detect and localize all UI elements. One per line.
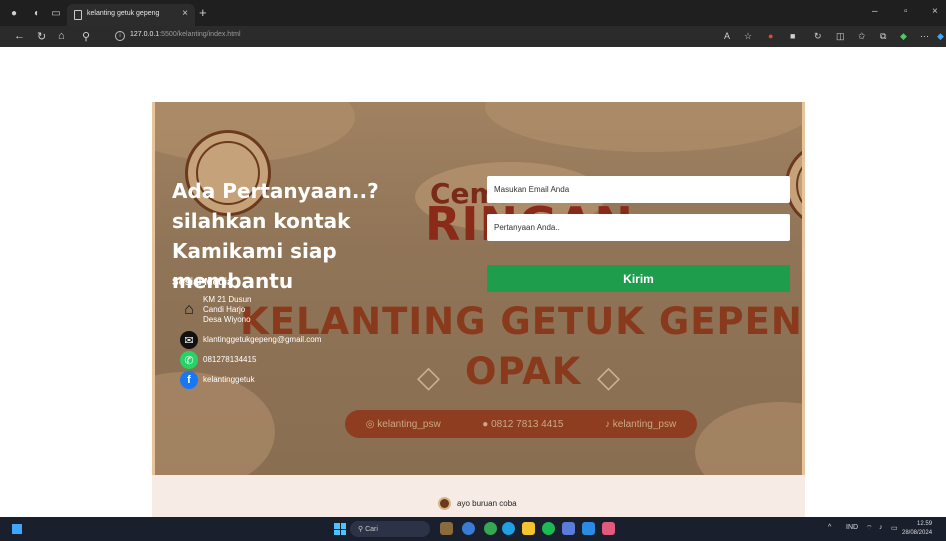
footer-text: ayo buruan coba xyxy=(457,499,517,508)
question-field[interactable] xyxy=(487,214,790,241)
extension-icon[interactable]: ■ xyxy=(790,31,795,41)
diamond-icon: ◇ xyxy=(417,361,441,394)
email-text[interactable]: klantinggetukgepeng@gmail.com xyxy=(203,335,321,345)
minimize-button[interactable]: – xyxy=(872,6,878,17)
language-indicator[interactable]: IND xyxy=(846,524,858,531)
taskbar-search[interactable]: ⚲ Cari xyxy=(350,521,430,537)
new-tab-button[interactable]: + xyxy=(199,5,207,20)
edge-icon[interactable] xyxy=(502,522,515,535)
widgets-icon[interactable] xyxy=(12,524,22,534)
vscode-icon[interactable] xyxy=(582,522,595,535)
brand-name-line1: KELANTING GETUK GEPENG & xyxy=(240,300,803,343)
app-icon[interactable] xyxy=(462,522,475,535)
tray-chevron-icon[interactable]: ^ xyxy=(828,524,831,531)
search-icon[interactable]: ⚲ xyxy=(82,30,90,43)
facebook-text[interactable]: kelantinggetuk xyxy=(203,375,255,385)
tab-title: kelanting getuk gepeng xyxy=(87,10,160,17)
email-field[interactable] xyxy=(487,176,790,203)
maximize-button[interactable]: ▫ xyxy=(904,6,908,17)
bg-blob xyxy=(485,102,802,152)
extension-icon[interactable]: ◆ xyxy=(900,31,907,42)
read-aloud-icon[interactable]: A xyxy=(724,31,730,41)
whatsapp-icon: ✆ xyxy=(180,351,198,369)
page-content: Cemil RINGAN KELANTING GETUK GEPENG & ◇ … xyxy=(0,47,946,517)
page-icon xyxy=(74,10,82,20)
instagram-handle: ◎ kelanting_psw xyxy=(365,418,441,430)
phone-row[interactable]: ✆ 081278134415 xyxy=(180,351,256,369)
app-icon[interactable] xyxy=(440,522,453,535)
url-field[interactable]: 127.0.0.1:5500/kelanting/index.html xyxy=(130,31,241,38)
back-icon[interactable]: ← xyxy=(14,30,25,42)
close-window-button[interactable]: × xyxy=(932,6,938,17)
clock[interactable]: 12.59 28/08/2024 xyxy=(902,520,932,538)
more-menu-icon[interactable]: ⋯ xyxy=(920,31,929,42)
footer-logo-icon xyxy=(438,497,451,510)
tab-actions-icon[interactable]: ▭ xyxy=(50,7,62,19)
submit-button[interactable]: Kirim xyxy=(487,265,790,292)
wifi-icon[interactable]: ⌔ xyxy=(866,524,873,533)
start-button[interactable] xyxy=(334,523,346,535)
copilot-icon[interactable]: ◆ xyxy=(937,31,944,42)
facebook-icon: f xyxy=(180,371,198,389)
refresh-ext-icon[interactable]: ↻ xyxy=(814,31,822,42)
social-banner: ◎ kelanting_psw ● 0812 7813 4415 ♪ kelan… xyxy=(345,410,697,438)
tiktok-handle: ♪ kelanting_psw xyxy=(605,418,677,430)
app-icon[interactable] xyxy=(562,522,575,535)
browser-tab[interactable]: kelanting getuk gepeng × xyxy=(67,4,195,26)
file-explorer-icon[interactable] xyxy=(522,522,535,535)
browser-titlebar: ● ◐ ▭ kelanting getuk gepeng × + – ▫ × xyxy=(0,0,946,26)
address-row: ⌂ KM 21 Dusun Candi Harjo Desa Wiyono xyxy=(180,295,251,325)
footer: ayo buruan coba xyxy=(152,475,805,517)
home-icon: ⌂ xyxy=(184,301,194,318)
facebook-row[interactable]: f kelantinggetuk xyxy=(180,371,255,389)
home-icon[interactable]: ⌂ xyxy=(58,30,65,42)
site-info-icon[interactable]: i xyxy=(115,31,125,41)
volume-icon[interactable]: ♪ xyxy=(879,524,883,531)
bg-blob xyxy=(695,402,802,475)
profile-icon[interactable]: ● xyxy=(8,7,20,19)
taskbar: ⚲ Cari ^ IND ⌔ ♪ ▭ 12.59 28/08/2024 xyxy=(0,517,946,541)
extension-icon[interactable]: ● xyxy=(768,31,773,41)
battery-icon[interactable]: ▭ xyxy=(891,524,898,532)
favorite-star-icon[interactable]: ☆ xyxy=(744,31,752,42)
close-tab-icon[interactable]: × xyxy=(182,8,188,19)
address-text: KM 21 Dusun Candi Harjo Desa Wiyono xyxy=(203,295,252,324)
app-icon[interactable] xyxy=(602,522,615,535)
workspaces-icon[interactable]: ◐ xyxy=(31,7,43,19)
refresh-icon[interactable]: ↻ xyxy=(37,30,46,43)
spotify-icon[interactable] xyxy=(542,522,555,535)
mail-icon: ✉ xyxy=(180,331,198,349)
diamond-icon: ◇ xyxy=(597,361,621,394)
brand-name-line2: OPAK xyxy=(465,350,582,393)
email-row[interactable]: ✉ klantinggetukgepeng@gmail.com xyxy=(180,331,321,349)
collections-icon[interactable]: ⧉ xyxy=(880,31,886,42)
app-icon[interactable] xyxy=(484,522,497,535)
banner-phone: ● 0812 7813 4415 xyxy=(482,418,564,430)
favorites-icon[interactable]: ✩ xyxy=(858,31,866,42)
contact-section: Cemil RINGAN KELANTING GETUK GEPENG & ◇ … xyxy=(152,102,805,475)
address-bar: ← ↻ ⌂ ⚲ i 127.0.0.1:5500/kelanting/index… xyxy=(0,26,946,47)
phone-text[interactable]: 081278134415 xyxy=(203,355,256,365)
social-media-title: Sosial Media xyxy=(172,277,233,288)
split-screen-icon[interactable]: ◫ xyxy=(836,31,845,42)
